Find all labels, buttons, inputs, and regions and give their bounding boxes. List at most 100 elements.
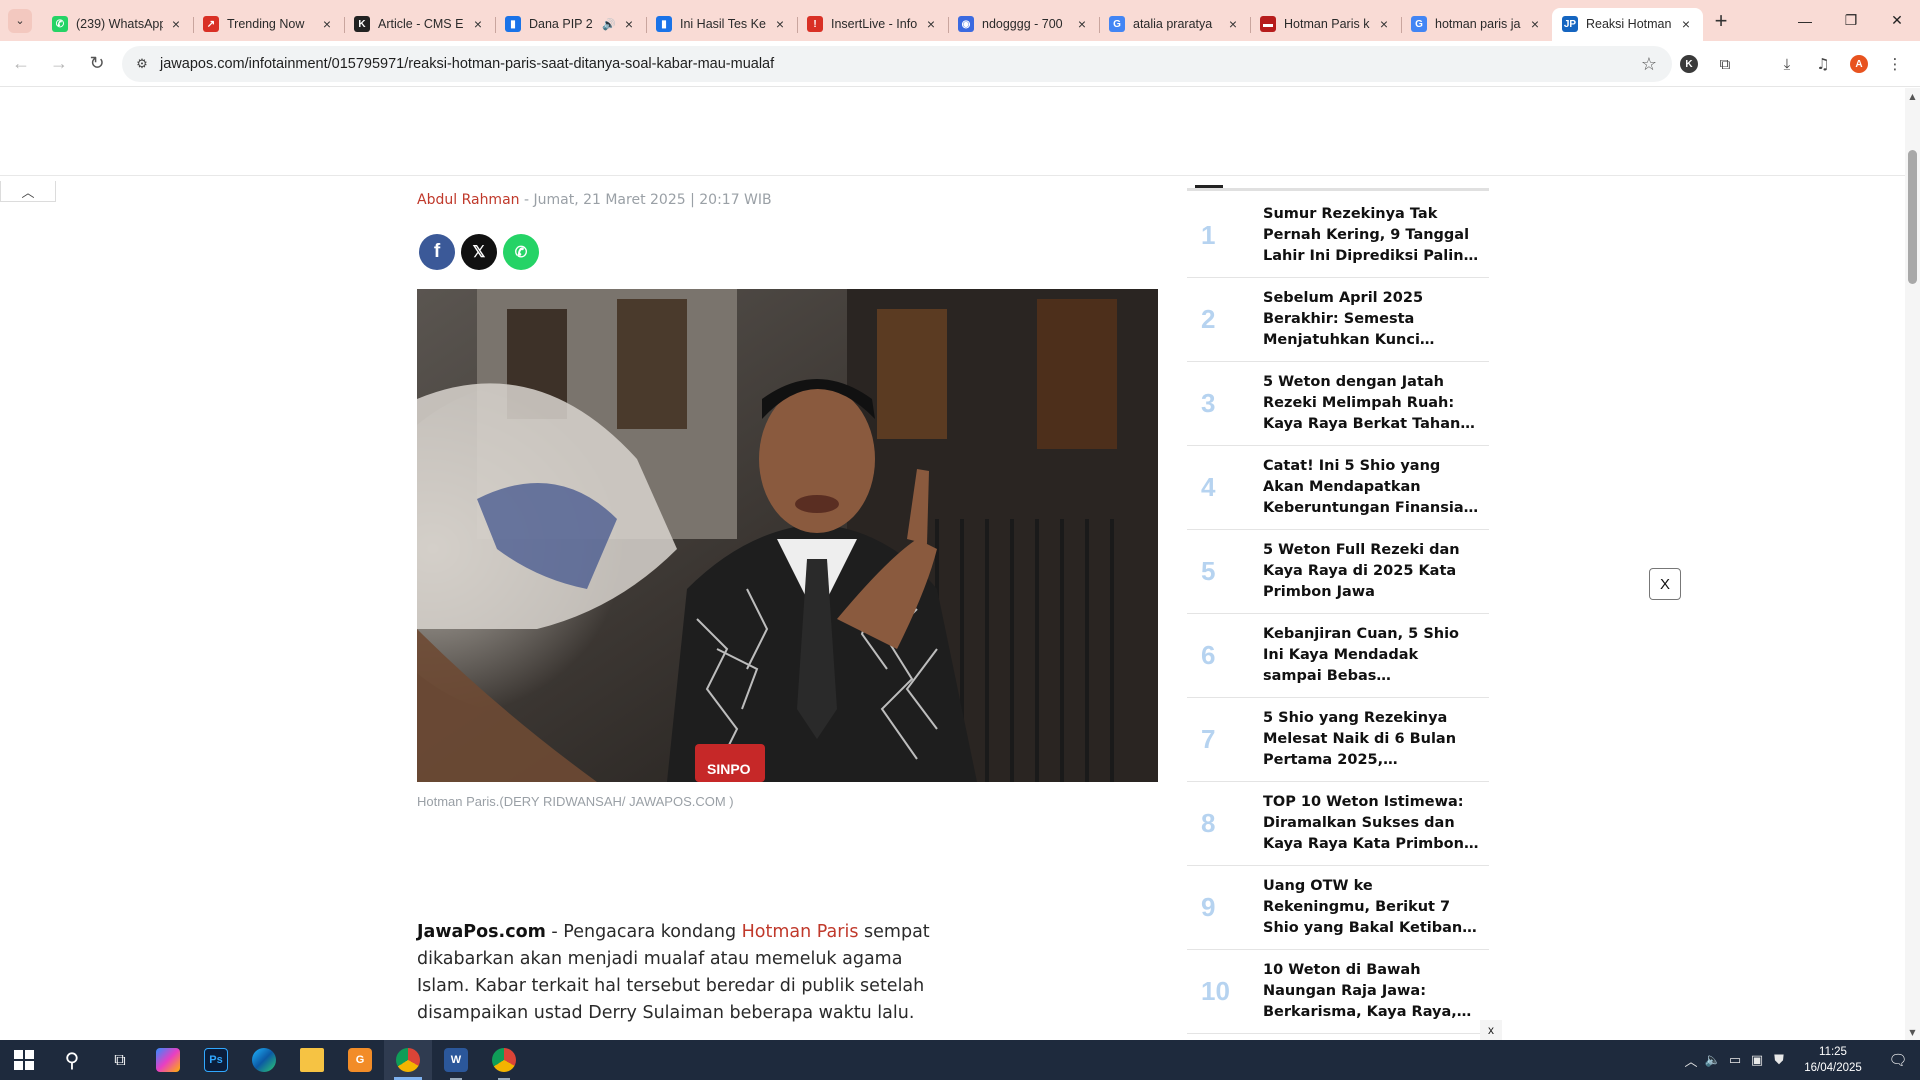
tab-close-icon[interactable]: ×: [1677, 15, 1695, 33]
web-page: ︿ Abdul Rahman - Jumat, 21 Maret 2025 | …: [0, 88, 1920, 1040]
search-button[interactable]: ⚲: [48, 1040, 96, 1080]
site-info-icon[interactable]: ⚙: [128, 50, 156, 78]
download-icon[interactable]: ⤓: [1772, 47, 1802, 81]
ranking-title-link[interactable]: Kebanjiran Cuan, 5 Shio Ini Kaya Mendada…: [1263, 624, 1479, 687]
account-icon[interactable]: K: [1674, 47, 1704, 81]
ranking-title-link[interactable]: Sebelum April 2025 Berakhir: Semesta Men…: [1263, 288, 1479, 351]
notification-center-icon[interactable]: 🗨: [1876, 1040, 1920, 1080]
media-control-icon[interactable]: ♫: [1808, 47, 1838, 81]
collapse-ad-button[interactable]: ︿: [0, 181, 56, 202]
tab-search-button[interactable]: ⌄: [8, 8, 32, 33]
task-view-button[interactable]: ⧉: [96, 1040, 144, 1080]
browser-tab[interactable]: JP Reaksi Hotman ×: [1552, 7, 1703, 41]
source-label: JawaPos.com: [417, 922, 546, 942]
publish-date: - Jumat, 21 Maret 2025 | 20:17 WIB: [519, 192, 772, 208]
browser-tab[interactable]: ▬ Hotman Paris k ×: [1250, 8, 1401, 41]
scroll-up-arrow-icon[interactable]: ▲: [1905, 88, 1920, 104]
x-share-button[interactable]: 𝕏: [461, 234, 497, 270]
taskbar-clock[interactable]: 11:25 16/04/2025: [1790, 1044, 1876, 1076]
tab-close-icon[interactable]: ×: [318, 15, 336, 33]
tab-close-icon[interactable]: ×: [1224, 15, 1242, 33]
tab-close-icon[interactable]: ×: [771, 15, 789, 33]
back-button[interactable]: ←: [4, 47, 38, 81]
browser-tab[interactable]: Gatalia praratya ×: [1099, 8, 1250, 41]
taskbar-photoshop[interactable]: Ps: [192, 1040, 240, 1080]
taskbar-edge[interactable]: [240, 1040, 288, 1080]
browser-tab[interactable]: ! InsertLive - Info ×: [797, 8, 948, 41]
tab-close-icon[interactable]: ×: [167, 15, 185, 33]
security-shield-icon[interactable]: ⛊: [1768, 1040, 1790, 1080]
browser-tab[interactable]: ▮ Dana PIP 2 🔊 ×: [495, 8, 646, 41]
ranking-item[interactable]: 4 Catat! Ini 5 Shio yang Akan Mendapatkan…: [1187, 446, 1489, 530]
browser-tab[interactable]: K Article - CMS E ×: [344, 8, 495, 41]
whatsapp-share-button[interactable]: ✆: [503, 234, 539, 270]
url-text[interactable]: jawapos.com/infotainment/015795971/reaks…: [160, 56, 1634, 72]
browser-tab[interactable]: ▮ Ini Hasil Tes Ke ×: [646, 8, 797, 41]
mic-label: SINPO: [707, 761, 751, 777]
address-bar[interactable]: ⚙ jawapos.com/infotainment/015795971/rea…: [122, 46, 1672, 82]
ranking-title-link[interactable]: 5 Shio yang Rezekinya Melesat Naik di 6 …: [1263, 708, 1479, 771]
taskbar-chrome-active[interactable]: [384, 1040, 432, 1080]
author-link[interactable]: Abdul Rahman: [417, 192, 520, 208]
tab-close-icon[interactable]: ×: [922, 15, 940, 33]
ranking-item[interactable]: 2 Sebelum April 2025 Berakhir: Semesta Me…: [1187, 278, 1489, 362]
ranking-title-link[interactable]: Catat! Ini 5 Shio yang Akan Mendapatkan …: [1263, 456, 1479, 519]
scrollbar-thumb[interactable]: [1908, 150, 1917, 284]
taskbar-chrome-2[interactable]: [480, 1040, 528, 1080]
network-icon[interactable]: ▭: [1724, 1040, 1746, 1080]
new-tab-button[interactable]: +: [1707, 7, 1735, 35]
restore-button[interactable]: ❐: [1828, 0, 1874, 41]
close-window-button[interactable]: ✕: [1874, 0, 1920, 41]
start-button[interactable]: [0, 1040, 48, 1080]
ranking-title-link[interactable]: Sumur Rezekinya Tak Pernah Kering, 9 Tan…: [1263, 204, 1479, 267]
article-byline: Abdul Rahman - Jumat, 21 Maret 2025 | 20…: [417, 192, 772, 208]
browser-tab[interactable]: ✆ (239) WhatsApp ×: [42, 8, 193, 41]
tray-overflow-icon[interactable]: ︿: [1680, 1040, 1702, 1080]
ranking-item[interactable]: 10 10 Weton di Bawah Naungan Raja Jawa: B…: [1187, 950, 1489, 1034]
ranking-item[interactable]: 7 5 Shio yang Rezekinya Melesat Naik di 6…: [1187, 698, 1489, 782]
ranking-item[interactable]: 3 5 Weton dengan Jatah Rezeki Melimpah Ru…: [1187, 362, 1489, 446]
close-ad-button[interactable]: X: [1649, 568, 1681, 600]
close-bottom-ad-button[interactable]: x: [1480, 1020, 1502, 1040]
page-scrollbar[interactable]: ▲ ▼: [1905, 88, 1920, 1040]
tab-close-icon[interactable]: ×: [620, 15, 638, 33]
taskbar-word[interactable]: W: [432, 1040, 480, 1080]
facebook-share-button[interactable]: f: [419, 234, 455, 270]
tab-close-icon[interactable]: ×: [469, 15, 487, 33]
browser-tab[interactable]: ◉ ndogggg - 700 ×: [948, 8, 1099, 41]
ranking-item[interactable]: 8 TOP 10 Weton Istimewa: Diramalkan Sukse…: [1187, 782, 1489, 866]
ranking-title-link[interactable]: 10 Weton di Bawah Naungan Raja Jawa: Ber…: [1263, 960, 1479, 1023]
browser-tab[interactable]: ↗ Trending Now ×: [193, 8, 344, 41]
copilot-icon: [156, 1048, 180, 1072]
doc-icon: ▮: [656, 16, 672, 32]
browser-tab[interactable]: Ghotman paris ja ×: [1401, 8, 1552, 41]
ranking-item[interactable]: 5 5 Weton Full Rezeki dan Kaya Raya di 20…: [1187, 530, 1489, 614]
bookmark-star-icon[interactable]: ☆: [1634, 49, 1664, 79]
toolbar-separator: [1746, 47, 1766, 81]
tab-close-icon[interactable]: ×: [1073, 15, 1091, 33]
ranking-title-link[interactable]: 5 Weton Full Rezeki dan Kaya Raya di 202…: [1263, 540, 1479, 603]
ranking-item[interactable]: 6 Kebanjiran Cuan, 5 Shio Ini Kaya Mendad…: [1187, 614, 1489, 698]
minimize-button[interactable]: —: [1782, 0, 1828, 41]
taskbar-file-explorer[interactable]: [288, 1040, 336, 1080]
taskbar-copilot[interactable]: [144, 1040, 192, 1080]
ranking-title-link[interactable]: 5 Weton dengan Jatah Rezeki Melimpah Rua…: [1263, 372, 1479, 435]
ranking-item[interactable]: 9 Uang OTW ke Rekeningmu, Berikut 7 Shio …: [1187, 866, 1489, 950]
word-icon: W: [444, 1048, 468, 1072]
hotman-paris-link[interactable]: Hotman Paris: [742, 922, 859, 942]
display-icon[interactable]: ▣: [1746, 1040, 1768, 1080]
menu-kebab-icon[interactable]: ⋮: [1880, 47, 1910, 81]
tab-close-icon[interactable]: ×: [1375, 15, 1393, 33]
ranking-item[interactable]: 1 Sumur Rezekinya Tak Pernah Kering, 9 Ta…: [1187, 194, 1489, 278]
reload-button[interactable]: ↻: [80, 47, 114, 81]
taskbar-app-orange[interactable]: G: [336, 1040, 384, 1080]
tab-close-icon[interactable]: ×: [1526, 15, 1544, 33]
volume-icon[interactable]: 🔈: [1702, 1040, 1724, 1080]
speaker-icon[interactable]: 🔊: [602, 18, 616, 31]
ranking-title-link[interactable]: TOP 10 Weton Istimewa: Diramalkan Sukses…: [1263, 792, 1479, 855]
profile-avatar[interactable]: A: [1844, 47, 1874, 81]
ranking-title-link[interactable]: Uang OTW ke Rekeningmu, Berikut 7 Shio y…: [1263, 876, 1479, 939]
scroll-down-arrow-icon[interactable]: ▼: [1905, 1024, 1920, 1040]
extensions-icon[interactable]: ⧉: [1710, 47, 1740, 81]
forward-button[interactable]: →: [42, 47, 76, 81]
